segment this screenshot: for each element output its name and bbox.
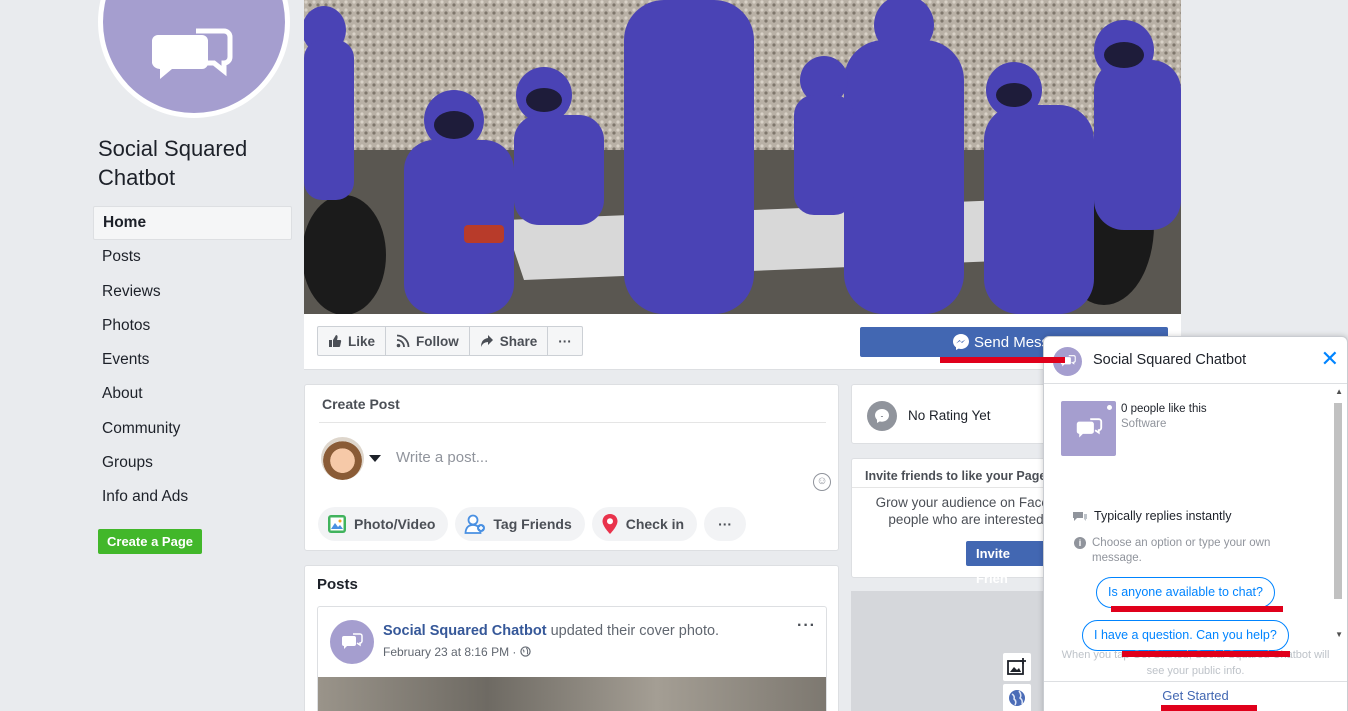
check-in-button[interactable]: Check in (591, 507, 698, 541)
more-actions-button[interactable]: ··· (548, 327, 582, 355)
nav-item-posts[interactable]: Posts (93, 240, 292, 274)
user-avatar[interactable] (321, 437, 364, 480)
nav-item-info-and-ads[interactable]: Info and Ads (93, 480, 292, 514)
nav-item-events[interactable]: Events (93, 343, 292, 377)
posts-card: Posts Social Squared Chatbot updated the… (304, 565, 839, 711)
nav-item-photos[interactable]: Photos (93, 309, 292, 343)
location-pin-icon (602, 514, 618, 534)
invite-title: Invite friends to like your Page (865, 469, 1047, 483)
info-icon: i (1074, 537, 1086, 549)
nav-item-groups[interactable]: Groups (93, 446, 292, 480)
cover-photo[interactable] (304, 0, 1181, 314)
chat-header[interactable]: Social Squared Chatbot ✕ (1044, 337, 1347, 384)
nav-item-reviews[interactable]: Reviews (93, 275, 292, 309)
divider (319, 422, 826, 423)
chevron-down-icon[interactable] (369, 455, 381, 462)
post-author-avatar[interactable] (330, 620, 374, 664)
post-timestamp[interactable]: February 23 at 8:16 PM · (383, 645, 531, 659)
page-title: Social Squared Chatbot (98, 136, 248, 190)
create-post-title: Create Post (322, 396, 400, 412)
chat-bubbles-icon (1076, 417, 1102, 438)
invite-description: Grow your audience on Faceb people who a… (866, 494, 1066, 528)
annotation-underline-send-message (940, 357, 1065, 363)
follow-label: Follow (416, 333, 459, 349)
globe-icon (520, 646, 531, 657)
invite-friends-button[interactable]: Invite Frien (966, 541, 1050, 586)
messenger-icon (953, 334, 969, 350)
annotation-underline-quick-reply-1 (1111, 606, 1283, 612)
page-nav: Home Posts Reviews Photos Events About C… (93, 206, 292, 515)
response-time-text: Typically replies instantly (1094, 509, 1232, 523)
post-action-text: updated their cover photo. (550, 623, 720, 639)
post-time-text: February 23 at 8:16 PM · (383, 645, 517, 659)
photo-video-label: Photo/Video (354, 516, 436, 532)
tag-friends-icon (464, 514, 486, 534)
profile-picture[interactable] (98, 0, 290, 118)
page-action-buttons: Like Follow Share ··· (317, 326, 583, 356)
add-photo-icon (1007, 658, 1026, 675)
rating-text: No Rating Yet (908, 408, 991, 423)
composer-actions: Photo/Video Tag Friends Check in ··· (318, 507, 747, 541)
online-indicator (1105, 403, 1114, 412)
globe-tool[interactable] (1003, 684, 1031, 711)
rating-bubble-icon: - (867, 401, 897, 431)
quick-reply-anyone-available[interactable]: Is anyone available to chat? (1096, 577, 1275, 608)
chat-hint-text: Choose an option or type your own messag… (1092, 537, 1271, 564)
map-area (851, 591, 1051, 711)
chat-bubbles-icon (152, 28, 233, 79)
tag-friends-label: Tag Friends (493, 516, 572, 532)
divider (852, 487, 1050, 488)
share-label: Share (499, 333, 538, 349)
rating-card: - No Rating Yet (851, 384, 1051, 444)
like-label: Like (348, 333, 376, 349)
scroll-down-arrow[interactable]: ▼ (1335, 630, 1343, 639)
share-button[interactable]: Share (470, 327, 549, 355)
chat-bubbles-icon (342, 633, 363, 649)
tag-friends-button[interactable]: Tag Friends (455, 507, 585, 541)
create-page-button[interactable]: Create a Page (98, 529, 202, 554)
response-time: Typically replies instantly (1072, 509, 1232, 523)
reply-bubble-icon (1073, 512, 1087, 521)
scroll-up-arrow[interactable]: ▲ (1335, 387, 1343, 396)
check-in-label: Check in (625, 516, 685, 532)
cover-photo-image (304, 0, 1181, 314)
photo-video-button[interactable]: Photo/Video (318, 507, 449, 541)
send-message-label: Send Mess (974, 333, 1050, 351)
invite-line-1: Grow your audience on Faceb (875, 495, 1057, 510)
create-post-card: Create Post Write a post... ☺ Photo/Vide… (304, 384, 839, 551)
page-card-image[interactable] (1061, 401, 1116, 456)
write-post-input[interactable]: Write a post... (396, 449, 488, 466)
page-likes-count: 0 people like this (1121, 403, 1207, 415)
emoji-icon[interactable]: ☺ (813, 473, 831, 491)
annotation-underline-quick-reply-2 (1122, 651, 1290, 657)
chat-hint: i Choose an option or type your own mess… (1074, 536, 1304, 566)
add-photo-tool[interactable] (1003, 653, 1031, 681)
invite-friends-card: Invite friends to like your Page Grow yo… (851, 458, 1056, 586)
nav-item-home[interactable]: Home (93, 206, 292, 241)
follow-button[interactable]: Follow (386, 327, 470, 355)
share-arrow-icon (480, 335, 493, 347)
post-more-button[interactable]: ··· (797, 617, 816, 635)
svg-text:-: - (881, 412, 884, 421)
post-author-link[interactable]: Social Squared Chatbot (383, 623, 547, 639)
posts-section-title: Posts (317, 576, 358, 593)
scrollbar-thumb[interactable] (1334, 403, 1342, 599)
composer-more-button[interactable]: ··· (704, 507, 747, 541)
photo-icon (328, 515, 346, 533)
rss-icon (396, 334, 410, 348)
invite-line-2: people who are interested (888, 512, 1044, 527)
privacy-note-line-2: see your public info. (1146, 665, 1245, 677)
annotation-underline-get-started (1161, 705, 1257, 711)
thumbs-up-icon (329, 335, 342, 347)
nav-item-about[interactable]: About (93, 377, 292, 411)
page-category: Software (1121, 418, 1167, 430)
post-item: Social Squared Chatbot updated their cov… (317, 606, 827, 711)
chat-title: Social Squared Chatbot (1093, 352, 1247, 368)
globe-icon (1009, 690, 1025, 706)
post-headline: Social Squared Chatbot updated their cov… (383, 623, 719, 639)
nav-item-community[interactable]: Community (93, 412, 292, 446)
post-image[interactable] (318, 677, 826, 711)
like-button[interactable]: Like (318, 327, 387, 355)
close-icon[interactable]: ✕ (1321, 348, 1339, 370)
